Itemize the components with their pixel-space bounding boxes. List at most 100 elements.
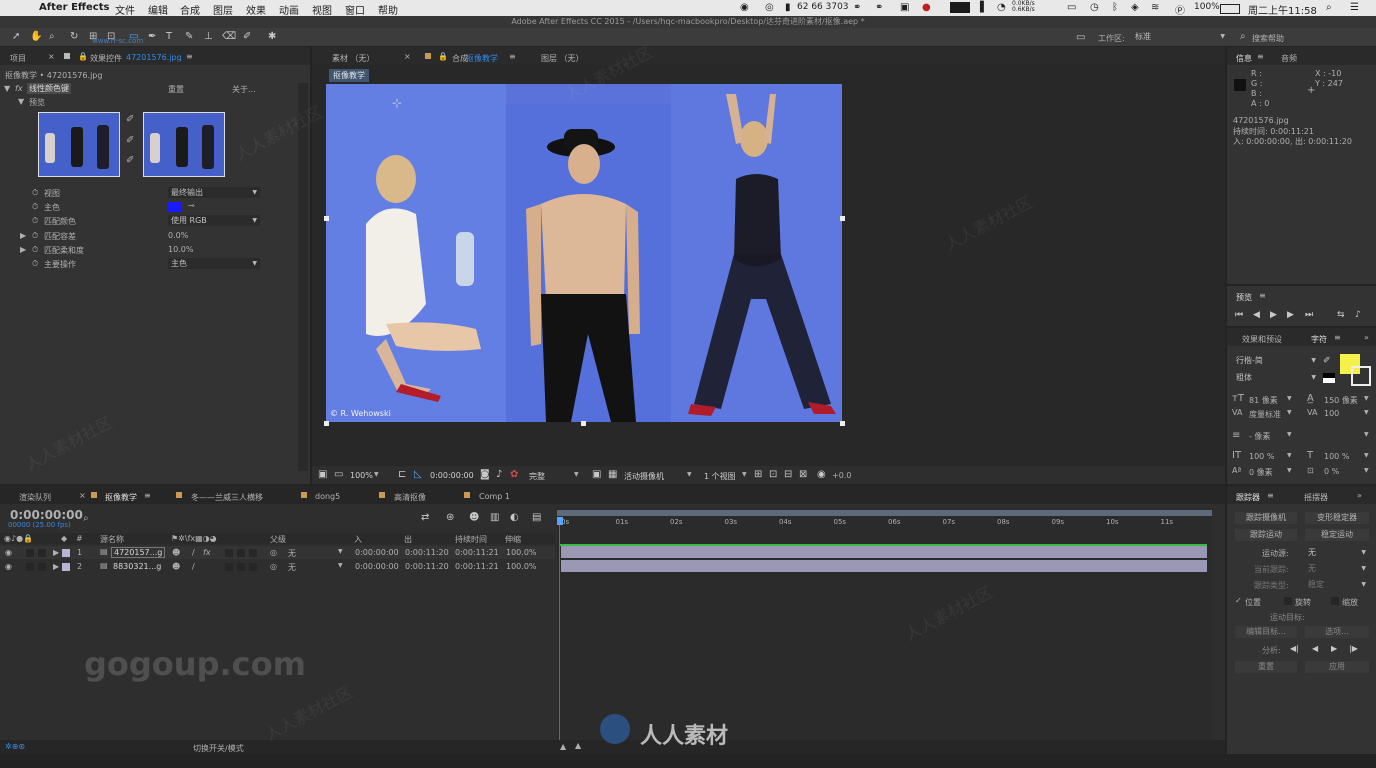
header-stretch[interactable]: 伸缩 <box>505 534 521 545</box>
prop-softness-value[interactable]: 10.0% <box>168 245 193 254</box>
prop-key-operation-dropdown[interactable]: 主色 <box>168 258 260 269</box>
vertical-scale-value[interactable]: 100 % <box>1249 452 1274 461</box>
font-size-dropdown-icon[interactable]: ▼ <box>1287 395 1292 402</box>
zoom-tool-icon[interactable]: ⌕ <box>49 32 55 42</box>
expand-icon[interactable]: » <box>1357 491 1362 500</box>
swap-colors-icon[interactable] <box>1323 373 1335 383</box>
tsume-value[interactable]: 0 % <box>1324 467 1339 476</box>
kerning-value[interactable]: 度量标准 <box>1249 409 1281 420</box>
tracker-reset-button[interactable]: 重置 <box>1235 661 1297 673</box>
camera-value[interactable]: 活动摄像机 <box>624 471 664 482</box>
effect-name[interactable]: 线性颜色键 <box>27 83 71 94</box>
zoom-slider-handle[interactable]: ▲ <box>575 741 581 750</box>
switch-box[interactable] <box>225 563 233 571</box>
current-track-dropdown[interactable]: 无 <box>1305 563 1369 574</box>
prop-view-dropdown[interactable]: 最终输出 <box>168 187 260 198</box>
stopwatch-icon[interactable]: ⏱ <box>32 259 38 269</box>
stroke-width-value[interactable]: - 像素 <box>1249 431 1270 442</box>
motion-blur-icon[interactable]: ◐ <box>510 513 519 523</box>
stopwatch-icon[interactable]: ⏱ <box>32 245 38 255</box>
search-help[interactable]: 搜索帮助 <box>1252 33 1284 44</box>
header-duration[interactable]: 持续时间 <box>455 534 487 545</box>
resolution-value[interactable]: 完整 <box>529 471 545 482</box>
position-checkbox[interactable]: ✓ <box>1235 596 1242 605</box>
lock-icon[interactable]: 🔒 <box>78 52 88 61</box>
stroke-width-dropdown-icon[interactable]: ▼ <box>1287 431 1292 438</box>
stroke-style-dropdown-icon[interactable]: ▼ <box>1364 431 1369 438</box>
track-motion-button[interactable]: 跟踪运动 <box>1235 529 1297 541</box>
tab-info[interactable]: 信息 <box>1236 53 1252 64</box>
record-dot-icon[interactable]: ● <box>922 2 931 13</box>
panel-menu-icon[interactable]: ≡ <box>186 52 193 61</box>
menu-help[interactable]: 帮助 <box>378 2 398 17</box>
magnify-icon[interactable]: ▣ <box>318 470 327 480</box>
effects-scrollbar[interactable] <box>298 83 308 471</box>
disclosure-icon[interactable]: ▶ <box>53 562 59 571</box>
first-frame-icon[interactable]: ⏮ <box>1235 310 1243 320</box>
work-area-bar[interactable] <box>557 510 1212 516</box>
clone-stamp-tool-icon[interactable]: ⊥ <box>204 32 213 42</box>
pickwhip-icon[interactable]: ◎ <box>270 548 277 557</box>
panel-menu-icon[interactable]: ≡ <box>1334 333 1341 342</box>
graph-editor-icon[interactable]: ▤ <box>532 513 541 523</box>
exposure-icon[interactable]: ◉ <box>817 470 826 480</box>
type-tool-icon[interactable]: T <box>166 32 172 42</box>
horizontal-scale-dropdown-icon[interactable]: ▼ <box>1364 452 1369 459</box>
warp-stabilizer-button[interactable]: 变形稳定器 <box>1305 512 1369 524</box>
wifi-icon[interactable]: ≋ <box>1151 2 1159 13</box>
layer-in[interactable]: 0:00:00:00 <box>355 548 399 557</box>
kerning-dropdown-icon[interactable]: ▼ <box>1287 409 1292 416</box>
show-snapshot-icon[interactable]: ♪ <box>496 470 502 480</box>
fx-icon[interactable]: fx <box>15 84 23 93</box>
app-menu[interactable]: After Effects <box>39 2 109 13</box>
exposure-value[interactable]: +0.0 <box>832 471 851 480</box>
layer-row[interactable]: ◉ ▶ 2 ▤ 8830321...g ☻ / ◎ 无 ▼ 0:00:00:00… <box>0 560 555 573</box>
last-frame-icon[interactable]: ⏭ <box>1305 310 1313 320</box>
stabilize-motion-button[interactable]: 稳定运动 <box>1305 529 1369 541</box>
menu-view[interactable]: 视图 <box>312 2 332 17</box>
notification-icon[interactable]: ☰ <box>1350 2 1359 13</box>
zoom-out-icon[interactable]: ▲ <box>560 742 566 751</box>
puppet-tool-icon[interactable]: ✱ <box>268 32 276 42</box>
tab-footage[interactable]: 素材 （无） <box>332 53 375 64</box>
p-icon[interactable]: Ⓟ <box>1175 2 1185 17</box>
layer-stretch[interactable]: 100.0% <box>506 562 537 571</box>
lock-icon[interactable]: 🔒 <box>438 52 448 61</box>
handle-bottom[interactable] <box>581 421 586 426</box>
eraser-tool-icon[interactable]: ⌫ <box>222 32 236 42</box>
audio-toggle[interactable] <box>26 563 34 571</box>
audio-toggle[interactable] <box>26 549 34 557</box>
selection-tool-icon[interactable]: ➚ <box>12 32 20 42</box>
tab-audio[interactable]: 音频 <box>1281 53 1297 64</box>
stopwatch-icon[interactable]: ⏱ <box>32 216 38 226</box>
toggle-pixel-icon[interactable]: ⊞ <box>754 470 762 480</box>
rotation-checkbox[interactable] <box>1284 597 1292 605</box>
header-out[interactable]: 出 <box>404 534 412 545</box>
font-family-dropdown[interactable]: 行楷-简 <box>1233 355 1319 366</box>
tracking-dropdown-icon[interactable]: ▼ <box>1364 409 1369 416</box>
eyedropper-icon[interactable]: ✐ <box>1323 356 1331 366</box>
layer-in[interactable]: 0:00:00:00 <box>355 562 399 571</box>
preview-disclosure-icon[interactable]: ▼ <box>18 97 24 106</box>
menu-window[interactable]: 窗口 <box>345 2 365 17</box>
tab-comp-4[interactable]: 高清抠像 <box>394 492 426 503</box>
audio-icon[interactable]: ♪ <box>1355 310 1361 320</box>
layer-row[interactable]: ◉ ▶ 1 ▤ 4720157...g ☻ / fx ◎ 无 ▼ 0:00:00… <box>0 546 555 559</box>
search-icon[interactable]: ⌕ <box>83 513 89 524</box>
switch-box[interactable] <box>237 549 245 557</box>
layer-stretch[interactable]: 100.0% <box>506 548 537 557</box>
roto-brush-tool-icon[interactable]: ✐ <box>243 32 251 42</box>
pickwhip-icon[interactable]: ◎ <box>270 562 277 571</box>
tab-tracker[interactable]: 跟踪器 <box>1236 492 1260 503</box>
close-icon[interactable]: × <box>48 52 55 61</box>
handle-left[interactable] <box>324 216 329 221</box>
motion-source-dropdown[interactable]: 无 <box>1305 547 1369 558</box>
prop-match-colors-dropdown[interactable]: 使用 RGB <box>168 215 260 226</box>
monitor-icon[interactable]: ▭ <box>334 470 343 480</box>
preview-title[interactable]: 预览 <box>1236 292 1252 303</box>
disclosure-icon[interactable]: ▶ <box>20 231 26 240</box>
snapshot-icon[interactable]: ◙ <box>480 470 490 480</box>
bike-icon-2[interactable]: ⚭ <box>875 2 883 13</box>
menu-effect[interactable]: 效果 <box>246 2 266 17</box>
shy-switch-icon[interactable]: ☻ <box>172 548 180 557</box>
